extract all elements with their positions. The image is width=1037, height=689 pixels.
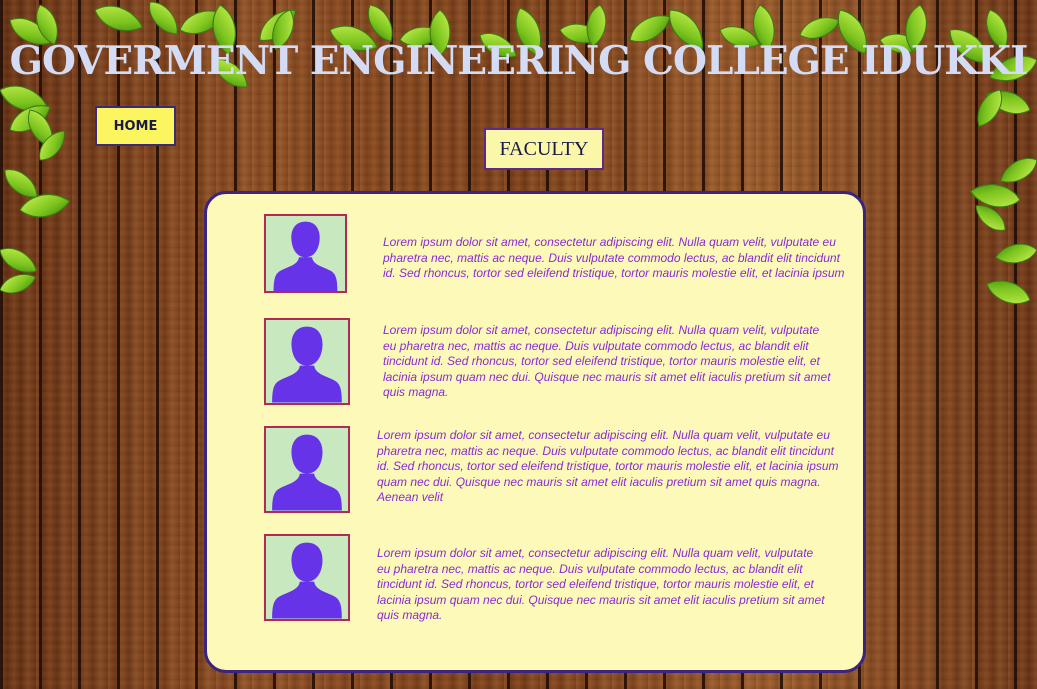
faculty-bio: Lorem ipsum dolor sit amet, consectetur … <box>383 323 831 399</box>
person-silhouette-icon <box>264 318 350 405</box>
faculty-bio: Lorem ipsum dolor sit amet, consectetur … <box>383 235 845 280</box>
faculty-heading: FACULTY <box>484 128 604 170</box>
person-silhouette-icon <box>264 426 350 513</box>
site-title: GOVERMENT ENGINEERING COLLEGE IDUKKI <box>9 38 1029 84</box>
faculty-bio: Lorem ipsum dolor sit amet, consectetur … <box>377 428 839 504</box>
home-button[interactable]: HOME <box>95 106 176 146</box>
person-silhouette-icon <box>264 214 347 293</box>
faculty-bio: Lorem ipsum dolor sit amet, consectetur … <box>377 546 825 622</box>
faculty-panel: Lorem ipsum dolor sit amet, consectetur … <box>204 191 866 673</box>
person-silhouette-icon <box>264 534 350 621</box>
